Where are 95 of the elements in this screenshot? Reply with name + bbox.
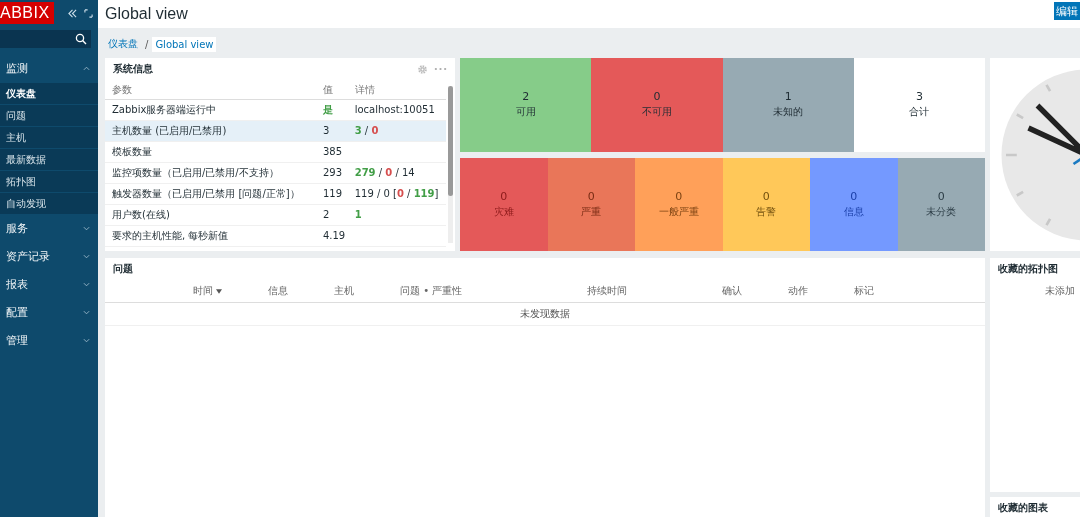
menu-item[interactable]: 拓扑图 [0, 170, 98, 192]
table-cell: 2 [315, 204, 348, 226]
chevron-icon [83, 337, 90, 343]
tile-count: 2 [522, 90, 530, 104]
breadcrumb-link[interactable]: Global view [152, 36, 217, 52]
table-cell: 385 [315, 141, 348, 163]
severity-tile[interactable]: 0 严重 [547, 157, 635, 251]
chevron-icon [83, 281, 90, 287]
tile-label: 告警 [756, 204, 777, 219]
column-header[interactable]: 主机 [334, 284, 354, 298]
table-cell: 主机数量 (已启用/已禁用) [105, 120, 316, 142]
tile-count: 0 [762, 189, 770, 203]
tile-label: 未知的 [773, 105, 804, 120]
menu-item[interactable]: 最新数据 [0, 148, 98, 170]
table-cell: 279 / 0 / 14 [354, 167, 415, 178]
chevron-icon [83, 65, 90, 71]
tile-label: 可用 [515, 105, 536, 120]
edit-dashboard-button[interactable]: 编辑 [1054, 2, 1080, 20]
tile-label: 未分类 [926, 204, 957, 219]
tile-count: 3 [915, 90, 923, 104]
scrollbar[interactable] [448, 86, 453, 243]
kiosk-mode-icon[interactable] [83, 8, 93, 18]
column-header[interactable]: 信息 [268, 284, 288, 298]
severity-tile[interactable]: 0 一般严重 [635, 157, 723, 251]
host-availability-tile[interactable]: 0 不可用 [591, 58, 723, 152]
column-header[interactable]: 问题 • 严重性 [400, 284, 463, 298]
chevron-icon [83, 253, 90, 259]
table-cell: 119 / 0 [0 / 119] [354, 188, 439, 199]
tile-count: 1 [784, 90, 792, 104]
table-cell: 用户数(在线) [105, 204, 316, 226]
menu-section[interactable]: 服务 [0, 214, 98, 242]
tile-count: 0 [500, 189, 508, 203]
menu-section[interactable]: 资产记录 [0, 242, 98, 270]
zabbix-logo[interactable]: ABBIX [0, 2, 54, 24]
collapse-icon[interactable] [66, 8, 78, 18]
tile-count: 0 [587, 189, 595, 203]
menu-item[interactable]: 问题 [0, 104, 98, 126]
tile-label: 信息 [843, 204, 864, 219]
table-cell: Zabbix服务器端运行中 [105, 99, 316, 121]
chevron-icon [83, 309, 90, 315]
breadcrumb-separator: / [145, 38, 149, 50]
tile-label: 灾难 [493, 204, 514, 219]
menu-section[interactable]: 配置 [0, 298, 98, 326]
table-cell: 293 [315, 162, 348, 184]
tile-label: 不可用 [641, 105, 672, 120]
menu-item[interactable]: 主机 [0, 126, 98, 148]
column-header[interactable]: 确认 [722, 284, 743, 298]
widget-title: 收藏的图表 [998, 501, 1049, 515]
settings-icon[interactable] [417, 63, 428, 75]
column-header[interactable]: 标记 [854, 284, 875, 298]
severity-tile[interactable]: 0 未分类 [897, 157, 985, 251]
menu-section[interactable]: 监测 [0, 54, 98, 82]
severity-tile[interactable]: 0 告警 [722, 157, 810, 251]
empty-message: 未添加 [1044, 284, 1076, 298]
table-cell: 3 / 0 [354, 125, 379, 136]
page-title: Global view [105, 5, 188, 23]
search-icon[interactable] [75, 33, 87, 45]
table-cell: 监控项数量（已启用/已禁用/不支持） [105, 162, 316, 184]
table-cell: 1 [354, 209, 362, 220]
column-header: 值 [315, 80, 348, 100]
column-header: 详情 [347, 80, 446, 100]
tile-label: 合计 [909, 105, 930, 120]
menu-item[interactable]: 仪表盘 [0, 82, 98, 104]
widget-title: 收藏的拓扑图 [998, 262, 1059, 276]
column-header: 参数 [105, 80, 316, 100]
menu-section[interactable]: 报表 [0, 270, 98, 298]
severity-tile[interactable]: 0 信息 [810, 157, 898, 251]
chevron-icon [83, 225, 90, 231]
tile-label: 一般严重 [658, 204, 699, 219]
search-field[interactable] [0, 30, 91, 48]
host-availability-tile[interactable]: 3 合计 [853, 58, 985, 152]
table-cell: 是 [315, 99, 348, 121]
widget-title: 系统信息 [113, 62, 154, 76]
empty-message: 未发现数据 [105, 303, 985, 326]
tile-label: 严重 [581, 204, 602, 219]
tile-count: 0 [937, 189, 945, 203]
table-cell: 4.19 [315, 225, 348, 247]
table-cell: 119 [315, 183, 348, 205]
table-cell: 触发器数量（已启用/已禁用 [问题/正常]） [105, 183, 316, 205]
menu-section[interactable]: 管理 [0, 326, 98, 354]
table-cell: 模板数量 [105, 141, 316, 163]
breadcrumb-link[interactable]: 仪表盘 [105, 35, 141, 53]
column-header[interactable]: 动作 [788, 284, 809, 298]
widget-title: 问题 [113, 262, 134, 276]
tile-count: 0 [850, 189, 858, 203]
column-header[interactable]: 时间 [193, 284, 222, 298]
menu-item[interactable]: 自动发现 [0, 192, 98, 214]
column-header[interactable]: 持续时间 [587, 284, 628, 298]
host-availability-tile[interactable]: 1 未知的 [722, 58, 854, 152]
tile-count: 0 [675, 189, 683, 203]
more-options-icon[interactable] [434, 67, 447, 71]
tile-count: 0 [653, 90, 661, 104]
table-cell: 要求的主机性能, 每秒新值 [105, 225, 316, 247]
host-availability-tile[interactable]: 2 可用 [460, 58, 592, 152]
table-cell: localhost:10051 [354, 104, 435, 115]
